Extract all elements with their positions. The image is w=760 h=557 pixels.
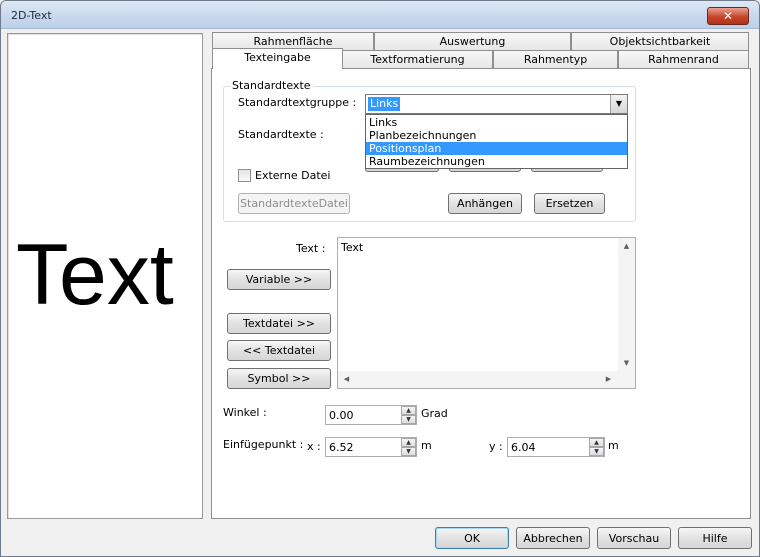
close-icon: ✕: [722, 9, 734, 23]
einfuegepunkt-label: Einfügepunkt :: [223, 438, 304, 451]
ok-button[interactable]: OK: [435, 527, 509, 549]
y-label: y :: [489, 440, 503, 453]
tab-auswertung[interactable]: Auswertung: [374, 32, 571, 51]
x-unit: m: [421, 439, 432, 452]
standardtextgruppe-dropdown-list: Links Planbezeichnungen Positionsplan Ra…: [365, 114, 628, 169]
spin-down-icon[interactable]: ▼: [401, 447, 416, 456]
horizontal-scrollbar[interactable]: ◀ ▶: [338, 371, 635, 388]
abbrechen-button[interactable]: Abbrechen: [516, 527, 590, 549]
standardtexte-label: Standardtexte :: [238, 128, 324, 141]
scroll-right-icon[interactable]: ▶: [600, 371, 617, 388]
tab-textformatierung[interactable]: Textformatierung: [342, 50, 493, 69]
ersetzen-button[interactable]: Ersetzen: [534, 193, 605, 214]
close-button[interactable]: ✕: [707, 7, 749, 25]
dropdown-arrow-icon[interactable]: ▼: [610, 95, 627, 113]
window-title: 2D-Text: [11, 9, 52, 22]
winkel-label: Winkel :: [223, 406, 267, 419]
tab-texteingabe[interactable]: Texteingabe: [212, 48, 343, 69]
spin-up-icon[interactable]: ▲: [401, 438, 416, 447]
symbol-button[interactable]: Symbol >>: [227, 368, 331, 389]
text-preview: Text: [7, 33, 203, 519]
x-label: x :: [307, 440, 321, 453]
tab-rahmentyp[interactable]: Rahmentyp: [493, 50, 618, 69]
textdatei-import-button[interactable]: << Textdatei: [227, 340, 331, 361]
standardtextgruppe-label: Standardtextgruppe :: [238, 96, 357, 109]
spin-up-icon[interactable]: ▲: [589, 438, 604, 447]
spin-up-icon[interactable]: ▲: [401, 406, 416, 415]
winkel-value: 0.00: [329, 409, 354, 422]
standardtexte-datei-button[interactable]: StandardtexteDatei: [238, 193, 350, 214]
tab-rahmenrand[interactable]: Rahmenrand: [618, 50, 749, 69]
x-value: 6.52: [329, 441, 354, 454]
standardtextgruppe-select[interactable]: Links ▼: [365, 94, 628, 114]
tab-objektsichtbarkeit[interactable]: Objektsichtbarkeit: [571, 32, 749, 51]
standardtextgruppe-value: Links: [368, 97, 401, 111]
scroll-up-icon[interactable]: ▲: [618, 238, 635, 255]
spin-down-icon[interactable]: ▼: [589, 447, 604, 456]
dropdown-option-raumbezeichnungen[interactable]: Raumbezeichnungen: [366, 155, 627, 168]
winkel-unit: Grad: [421, 407, 448, 420]
standardtexte-group-title: Standardtexte: [230, 79, 313, 92]
dropdown-option-planbezeichnungen[interactable]: Planbezeichnungen: [366, 129, 627, 142]
text-input-area[interactable]: Text ▲ ▼ ◀ ▶: [337, 237, 636, 389]
text-input-value: Text: [341, 241, 364, 254]
externe-datei-checkbox[interactable]: [238, 169, 251, 182]
anhaengen-button[interactable]: Anhängen: [448, 193, 522, 214]
vorschau-button[interactable]: Vorschau: [597, 527, 671, 549]
y-value: 6.04: [511, 441, 536, 454]
winkel-spinbox[interactable]: 0.00 ▲ ▼: [325, 405, 417, 425]
dropdown-option-positionsplan[interactable]: Positionsplan: [366, 142, 627, 155]
preview-text: Text: [16, 227, 174, 323]
scroll-down-icon[interactable]: ▼: [618, 355, 635, 372]
variable-button[interactable]: Variable >>: [227, 269, 331, 290]
vertical-scrollbar[interactable]: ▲ ▼: [618, 238, 635, 372]
y-spinbox[interactable]: 6.04 ▲ ▼: [507, 437, 605, 457]
textdatei-export-button[interactable]: Textdatei >>: [227, 313, 331, 334]
scroll-left-icon[interactable]: ◀: [338, 371, 355, 388]
spin-down-icon[interactable]: ▼: [401, 415, 416, 424]
x-spinbox[interactable]: 6.52 ▲ ▼: [325, 437, 417, 457]
title-bar[interactable]: 2D-Text ✕: [1, 1, 759, 29]
hilfe-button[interactable]: Hilfe: [678, 527, 752, 549]
dropdown-option-links[interactable]: Links: [366, 116, 627, 129]
externe-datei-label: Externe Datei: [255, 169, 331, 182]
y-unit: m: [608, 439, 619, 452]
text-label: Text :: [296, 242, 326, 255]
dialog-window: 2D-Text ✕ Text Rahmenfläche Auswertung O…: [0, 0, 760, 557]
